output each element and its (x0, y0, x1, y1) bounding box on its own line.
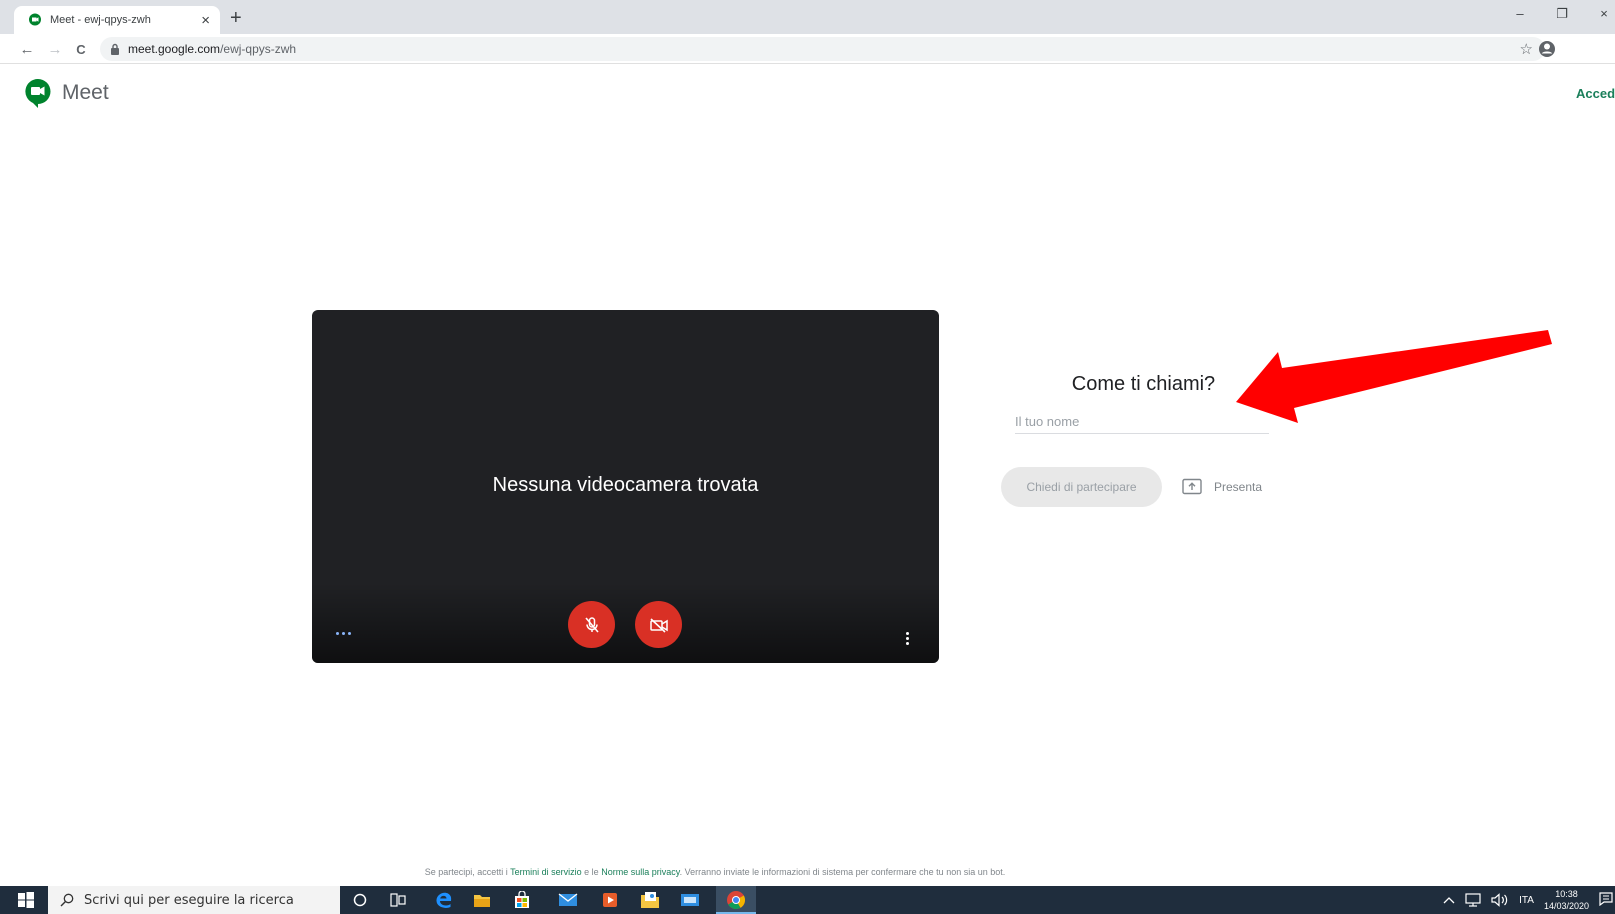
preview-status-dots-icon (336, 632, 351, 635)
back-button[interactable]: ← (16, 38, 38, 60)
meet-brand-name: Meet (62, 81, 109, 104)
mail-icon[interactable] (558, 890, 578, 910)
windows-start-icon[interactable] (18, 892, 34, 908)
more-options-icon[interactable] (906, 632, 909, 645)
browser-toolbar: ← → C meet.google.com/ewj-qpys-zwh ☆ (0, 34, 1615, 64)
bookmark-star-icon[interactable]: ☆ (1520, 40, 1533, 58)
address-url: meet.google.com/ewj-qpys-zwh (128, 42, 296, 56)
footer-middle: e le (584, 867, 599, 877)
window-minimize-button[interactable]: – (1511, 6, 1529, 22)
window-controls: – ❐ × (1511, 6, 1615, 22)
profile-avatar-icon[interactable] (1537, 39, 1557, 59)
preview-shade (312, 583, 939, 663)
address-bar[interactable]: meet.google.com/ewj-qpys-zwh ☆ (100, 37, 1545, 61)
volume-icon[interactable] (1491, 893, 1509, 907)
search-icon (60, 893, 74, 907)
present-label: Presenta (1214, 479, 1263, 494)
cortana-icon[interactable] (350, 890, 370, 910)
terms-of-service-link[interactable]: Termini di servizio (510, 867, 582, 877)
reload-button[interactable]: C (70, 38, 92, 60)
url-path: /ewj-qpys-zwh (220, 42, 297, 56)
media-player-icon[interactable] (600, 890, 620, 910)
action-center-icon[interactable] (1599, 892, 1613, 906)
chrome-icon[interactable] (726, 890, 746, 910)
meet-logo-icon (25, 78, 51, 108)
meet-logo[interactable]: Meet (24, 78, 109, 108)
microphone-toggle-button[interactable] (568, 601, 615, 648)
new-tab-button[interactable]: + (230, 8, 242, 28)
url-host: meet.google.com (128, 42, 221, 56)
present-screen-icon (1182, 478, 1202, 495)
browser-tabstrip: Meet - ewj-qpys-zwh × + – ❐ × (0, 0, 1615, 34)
task-view-icon[interactable] (388, 890, 408, 910)
footer-prefix: Se partecipi, accetti i (424, 867, 508, 877)
system-clock[interactable]: 10:38 14/03/2020 (1544, 888, 1589, 912)
signin-link[interactable]: Accedi (1576, 86, 1615, 101)
taskbar-search-placeholder: Scrivi qui per eseguire la ricerca (84, 892, 294, 908)
browser-tab[interactable]: Meet - ewj-qpys-zwh × (14, 6, 220, 34)
window-close-button[interactable]: × (1595, 6, 1613, 22)
footer-suffix: . Verranno inviate le informazioni di si… (679, 867, 1006, 877)
camera-toggle-button[interactable] (635, 601, 682, 648)
clock-time: 10:38 (1555, 889, 1578, 899)
no-camera-message: Nessuna videocamera trovata (492, 474, 759, 496)
forward-button[interactable]: → (44, 38, 66, 60)
video-preview: Nessuna videocamera trovata (312, 310, 939, 663)
tray-chevron-up-icon[interactable] (1443, 895, 1455, 905)
privacy-policy-link[interactable]: Norme sulla privacy (601, 867, 679, 877)
system-tray: ITA 10:38 14/03/2020 (1443, 886, 1589, 914)
lock-icon (111, 43, 119, 55)
legal-footer: Se partecipi, accetti i Termini di servi… (0, 867, 1430, 877)
windows-taskbar: Scrivi qui per eseguire la ricerca ITA 1… (0, 886, 1615, 914)
tab-title: Meet - ewj-qpys-zwh (50, 14, 151, 26)
edge-browser-icon[interactable] (434, 890, 454, 910)
tab-close-icon[interactable]: × (201, 13, 210, 28)
present-button[interactable]: Presenta (1182, 478, 1262, 495)
photo-gallery-icon[interactable] (640, 890, 660, 910)
input-language-indicator[interactable]: ITA (1519, 895, 1534, 906)
file-explorer-icon[interactable] (472, 890, 492, 910)
name-input[interactable] (1015, 410, 1269, 434)
ask-to-join-button[interactable]: Chiedi di partecipare (1001, 467, 1162, 507)
meet-favicon-icon (29, 13, 41, 26)
taskbar-search-box[interactable]: Scrivi qui per eseguire la ricerca (48, 886, 340, 914)
annotation-arrow-icon (1236, 330, 1552, 423)
network-icon[interactable] (1465, 893, 1481, 907)
microphone-off-icon (584, 616, 599, 633)
microsoft-store-icon[interactable] (512, 890, 532, 910)
camera-off-icon (649, 617, 668, 633)
network-app-icon[interactable] (680, 890, 700, 910)
clock-date: 14/03/2020 (1543, 901, 1589, 911)
window-restore-button[interactable]: ❐ (1553, 6, 1571, 22)
